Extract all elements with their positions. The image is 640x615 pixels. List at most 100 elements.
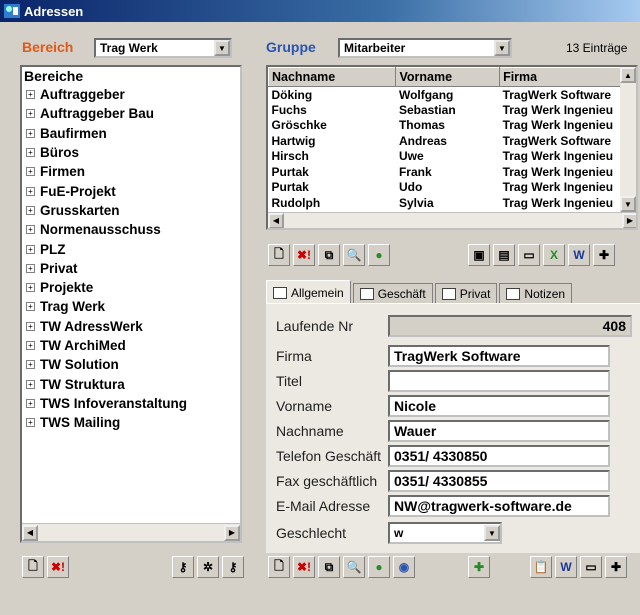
table-row[interactable]: Purtak Udo Trag Werk Ingenieu — [269, 180, 624, 196]
expand-icon[interactable]: + — [26, 283, 35, 293]
tree-item[interactable]: + FuE-Projekt — [22, 181, 240, 200]
expand-icon[interactable]: + — [26, 302, 35, 312]
tree-item[interactable]: + Firmen — [22, 162, 240, 181]
delete-icon[interactable]: ✖! — [293, 244, 315, 266]
print-preview-icon[interactable]: 🔍 — [343, 556, 365, 578]
tree-item[interactable]: + TW Struktura — [22, 374, 240, 393]
key-icon[interactable]: ⚷ — [172, 556, 194, 578]
table-row[interactable]: Hartwig Andreas TragWerk Software — [269, 133, 624, 149]
clipboard-icon[interactable]: 📋 — [530, 556, 552, 578]
table-row[interactable]: Purtak Frank Trag Werk Ingenieu — [269, 164, 624, 180]
column-header-nachname[interactable]: Nachname — [268, 67, 397, 87]
tree-item[interactable]: + Büros — [22, 143, 240, 162]
globe-icon[interactable]: ● — [368, 556, 390, 578]
expand-icon[interactable]: + — [26, 398, 35, 408]
new-document-icon[interactable]: 🗋 — [268, 556, 290, 578]
card-icon[interactable]: ▭ — [518, 244, 540, 266]
tree-item[interactable]: + TW Solution — [22, 355, 240, 374]
print-preview-icon[interactable]: 🔍 — [343, 244, 365, 266]
tree-item[interactable]: + Grusskarten — [22, 201, 240, 220]
scroll-right-icon[interactable]: ▶ — [224, 524, 240, 541]
tree-item[interactable]: + Auftraggeber Bau — [22, 104, 240, 123]
chevron-down-icon[interactable]: ▼ — [484, 525, 500, 541]
tree-item[interactable]: + Projekte — [22, 278, 240, 297]
tree-item[interactable]: + Trag Werk — [22, 297, 240, 316]
delete-icon[interactable]: ✖! — [47, 556, 69, 578]
table-row[interactable]: Döking Wolfgang TragWerk Software — [269, 87, 624, 103]
expand-icon[interactable]: + — [26, 109, 35, 119]
scroll-down-icon[interactable]: ▼ — [620, 196, 636, 212]
tree-item[interactable]: + Normenausschuss — [22, 220, 240, 239]
expand-icon[interactable]: + — [26, 186, 35, 196]
settings-icon[interactable]: ✲ — [197, 556, 219, 578]
new-entry-icon[interactable]: ✚ — [593, 244, 615, 266]
expand-icon[interactable]: + — [26, 263, 35, 273]
vorname-field[interactable]: Nicole — [388, 395, 610, 417]
expand-icon[interactable]: + — [26, 90, 35, 100]
table-row[interactable]: Gröschke Thomas Trag Werk Ingenieu — [269, 118, 624, 134]
table-row[interactable]: Fuchs Sebastian Trag Werk Ingenieu — [269, 102, 624, 118]
table-add-icon[interactable]: ▤ — [493, 244, 515, 266]
key-alt-icon[interactable]: ⚷ — [222, 556, 244, 578]
expand-icon[interactable]: + — [26, 205, 35, 215]
tree-item[interactable]: + Privat — [22, 259, 240, 278]
tree-item[interactable]: + Baufirmen — [22, 124, 240, 143]
tree-hscrollbar[interactable]: ◀ ▶ — [22, 523, 240, 541]
delete-icon[interactable]: ✖! — [293, 556, 315, 578]
bereich-select[interactable]: Trag Werk ▼ — [94, 38, 232, 58]
copy-icon[interactable]: ⧉ — [318, 556, 340, 578]
expand-icon[interactable]: + — [26, 418, 35, 428]
table-hscrollbar[interactable]: ◀ ▶ — [268, 212, 636, 228]
column-header-vorname[interactable]: Vorname — [395, 67, 501, 87]
tree-item[interactable]: + Auftraggeber — [22, 85, 240, 104]
expand-icon[interactable]: + — [26, 360, 35, 370]
expand-icon[interactable]: + — [26, 148, 35, 158]
word-icon[interactable]: W — [568, 244, 590, 266]
firma-field[interactable]: TragWerk Software — [388, 345, 610, 367]
globe-icon[interactable]: ● — [368, 244, 390, 266]
tree-item[interactable]: + TWS Infoveranstaltung — [22, 394, 240, 413]
chevron-down-icon[interactable]: ▼ — [214, 40, 230, 56]
add-contact-icon[interactable]: ✚ — [468, 556, 490, 578]
scroll-up-icon[interactable]: ▲ — [620, 67, 636, 83]
titel-field[interactable] — [388, 370, 610, 392]
tree-item[interactable]: + PLZ — [22, 239, 240, 258]
new-document-icon[interactable]: 🗋 — [268, 244, 290, 266]
window-icon[interactable]: ▣ — [468, 244, 490, 266]
scroll-left-icon[interactable]: ◀ — [22, 524, 38, 541]
excel-icon[interactable]: X — [543, 244, 565, 266]
internet-icon[interactable]: ◉ — [393, 556, 415, 578]
bereiche-tree[interactable]: Bereiche + Auftraggeber + Auftraggeber Bau +… — [20, 65, 242, 543]
card-icon[interactable]: ▭ — [580, 556, 602, 578]
table-vscrollbar[interactable]: ▲ ▼ — [620, 67, 636, 212]
tree-item[interactable]: + TW ArchiMed — [22, 336, 240, 355]
expand-icon[interactable]: + — [26, 321, 35, 331]
expand-icon[interactable]: + — [26, 244, 35, 254]
fax-field[interactable]: 0351/ 4330855 — [388, 470, 610, 492]
expand-icon[interactable]: + — [26, 379, 35, 389]
copy-icon[interactable]: ⧉ — [318, 244, 340, 266]
word-icon[interactable]: W — [555, 556, 577, 578]
expand-icon[interactable]: + — [26, 167, 35, 177]
chevron-down-icon[interactable]: ▼ — [494, 40, 510, 56]
geschlecht-select[interactable]: w ▼ — [388, 522, 502, 544]
scroll-right-icon[interactable]: ▶ — [622, 212, 636, 228]
tab-notizen[interactable]: Notizen — [499, 283, 573, 304]
tab-privat[interactable]: Privat — [434, 283, 498, 304]
expand-icon[interactable]: + — [26, 341, 35, 350]
new-entry-icon[interactable]: ✚ — [605, 556, 627, 578]
email-field[interactable]: NW@tragwerk-software.de — [388, 495, 610, 517]
contacts-table[interactable]: Nachname Vorname Firma Döking Wolfgang Tra… — [266, 65, 638, 230]
tab-geschaeft[interactable]: Geschäft — [352, 283, 433, 304]
scroll-left-icon[interactable]: ◀ — [268, 212, 284, 228]
tab-allgemein[interactable]: Allgemein — [266, 280, 351, 304]
tree-item[interactable]: + TW AdressWerk — [22, 317, 240, 336]
table-row[interactable]: Rudolph Sylvia Trag Werk Ingenieu — [269, 195, 624, 211]
expand-icon[interactable]: + — [26, 128, 35, 138]
gruppe-select[interactable]: Mitarbeiter ▼ — [338, 38, 512, 58]
new-document-icon[interactable]: 🗋 — [22, 556, 44, 578]
tree-item[interactable]: + TWS Mailing — [22, 413, 240, 432]
table-row[interactable]: Hirsch Uwe Trag Werk Ingenieu — [269, 149, 624, 165]
column-header-firma[interactable]: Firma — [499, 67, 624, 87]
nachname-field[interactable]: Wauer — [388, 420, 610, 442]
